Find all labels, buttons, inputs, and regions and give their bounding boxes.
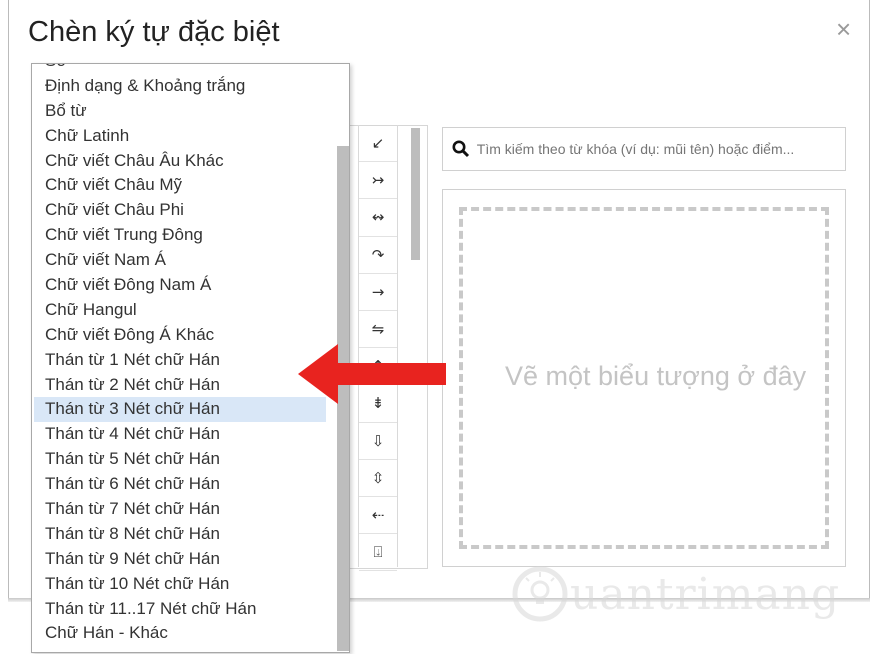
symbol-grid-scrollbar[interactable] [411, 128, 420, 260]
list-item[interactable]: Chữ Latinh [32, 124, 325, 149]
list-item[interactable]: Thán từ 8 Nét chữ Hán [32, 522, 325, 547]
symbol-cell[interactable]: ↙ [359, 125, 397, 163]
list-item[interactable]: Chữ Hán - Khác [32, 621, 325, 646]
symbol-cell[interactable]: ↭ [359, 199, 397, 237]
list-item[interactable]: Thán từ 10 Nét chữ Hán [32, 572, 325, 597]
symbol-cell[interactable]: → [359, 274, 397, 311]
list-item[interactable]: Thán từ 7 Nét chữ Hán [32, 497, 325, 522]
search-box[interactable] [442, 127, 846, 171]
close-icon[interactable]: × [836, 16, 851, 42]
category-list: Số Định dạng & Khoảng trắng Bổ từ Chữ La… [32, 64, 326, 646]
list-item[interactable]: Số [32, 64, 325, 74]
symbol-cell[interactable]: ⇩ [359, 423, 397, 460]
list-item[interactable]: Chữ viết Châu Mỹ [32, 173, 325, 198]
list-item[interactable]: Chữ viết Châu Âu Khác [32, 149, 325, 174]
list-item[interactable]: Thán từ 4 Nét chữ Hán [32, 422, 325, 447]
list-item[interactable]: Chữ viết Đông Nam Á [32, 273, 325, 298]
watermark-text: uantrimang [570, 568, 841, 620]
dialog-title: Chèn ký tự đặc biệt [28, 16, 280, 48]
list-item[interactable]: Thán từ 1 Nét chữ Hán [32, 348, 325, 373]
symbol-cell[interactable]: ⇠ [359, 497, 397, 535]
draw-panel: Vẽ một biểu tượng ở đây [442, 189, 846, 567]
list-item-selected[interactable]: Thán từ 3 Nét chữ Hán [34, 397, 326, 423]
red-arrow-icon [298, 344, 446, 404]
lightbulb-logo-icon [512, 566, 568, 622]
list-item[interactable]: Thán từ 11..17 Nét chữ Hán [32, 597, 325, 622]
symbol-cell[interactable]: ↣ [359, 162, 397, 200]
list-item[interactable]: Chữ viết Đông Á Khác [32, 323, 325, 348]
list-item[interactable]: Định dạng & Khoảng trắng [32, 74, 325, 99]
list-item[interactable]: Thán từ 2 Nét chữ Hán [32, 373, 325, 398]
symbol-cell[interactable]: ⇳ [359, 460, 397, 497]
search-input[interactable] [474, 140, 845, 158]
watermark: uantrimang [510, 564, 840, 624]
list-item[interactable]: Thán từ 6 Nét chữ Hán [32, 472, 325, 497]
list-item[interactable]: Chữ viết Châu Phi [32, 198, 325, 223]
search-icon [451, 139, 471, 159]
list-item[interactable]: Chữ viết Trung Đông [32, 223, 325, 248]
list-item[interactable]: Chữ viết Nam Á [32, 248, 325, 273]
list-item[interactable]: Thán từ 9 Nét chữ Hán [32, 547, 325, 572]
list-item[interactable]: Chữ Hangul [32, 298, 325, 323]
symbol-cell[interactable]: ↷ [359, 237, 397, 274]
list-item[interactable]: Thán từ 5 Nét chữ Hán [32, 447, 325, 472]
draw-hint: Vẽ một biểu tượng ở đây [505, 361, 807, 391]
symbol-cell[interactable]: ⍗ [359, 534, 397, 572]
list-item[interactable]: Bổ từ [32, 99, 325, 124]
symbol-cell[interactable]: ⇋ [359, 311, 397, 349]
